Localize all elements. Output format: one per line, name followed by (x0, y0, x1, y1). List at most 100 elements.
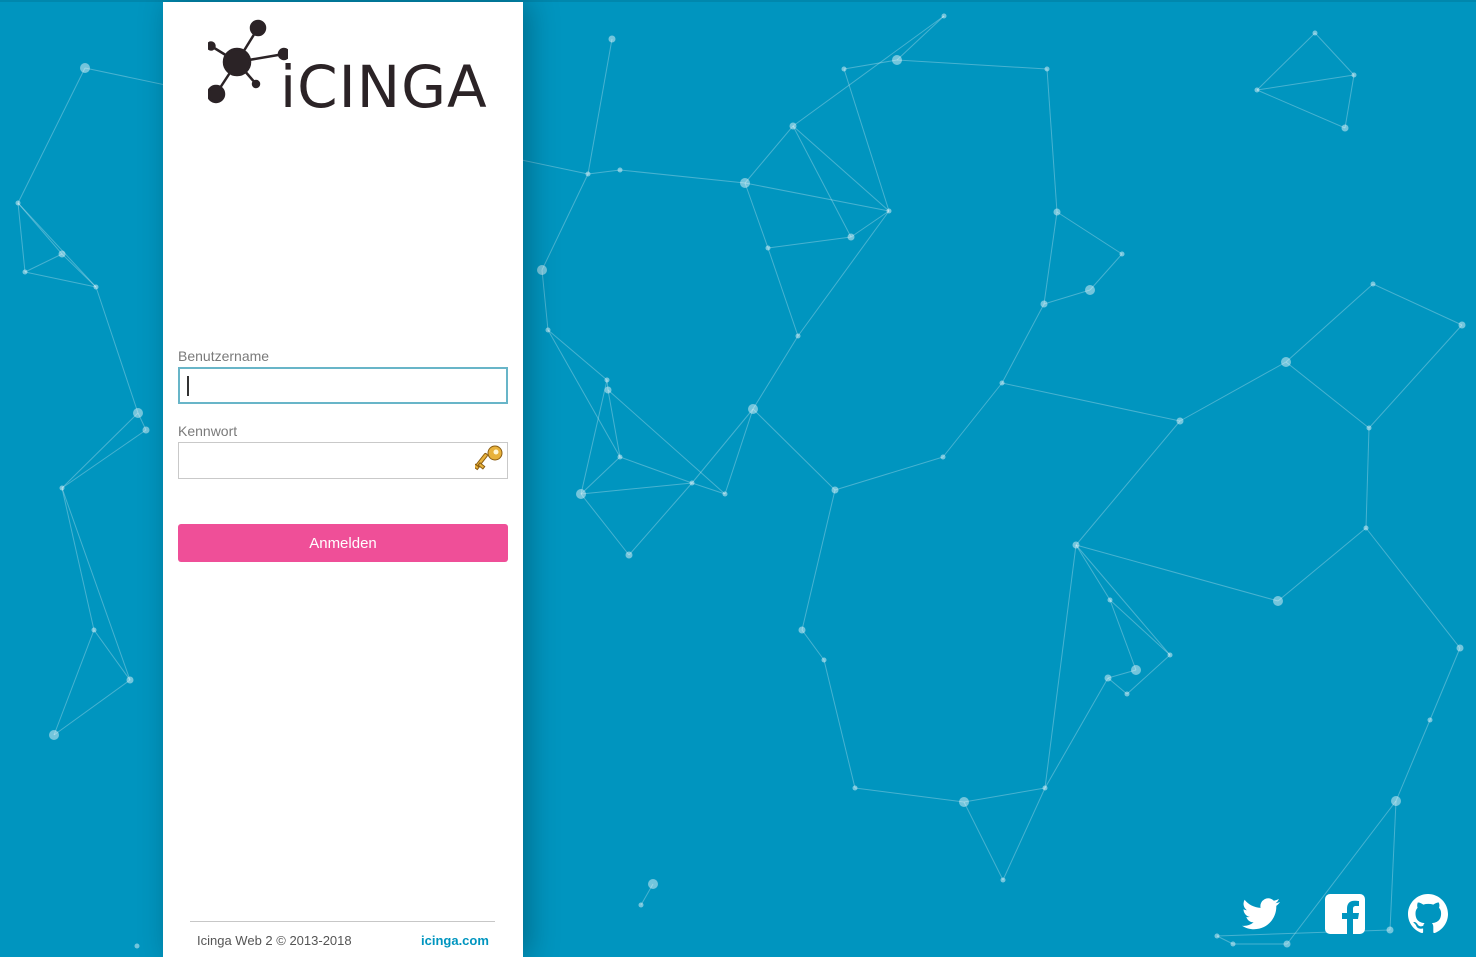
network-edge (767, 236, 852, 249)
logo-wordmark: iCINGA (280, 53, 488, 121)
network-edge (587, 38, 613, 175)
github-icon[interactable] (1407, 893, 1449, 935)
network-node (1351, 72, 1357, 78)
network-edge (1368, 324, 1463, 429)
network-node (133, 408, 143, 418)
network-edge (744, 182, 890, 212)
network-edge (1075, 544, 1171, 656)
network-node (648, 879, 658, 889)
network-edge (53, 679, 131, 736)
network-edge (61, 487, 95, 631)
network-edge (17, 202, 26, 273)
username-input[interactable] (178, 367, 508, 404)
network-edge (1107, 677, 1128, 695)
network-node (134, 943, 140, 949)
network-edge (93, 629, 131, 681)
network-edge (1046, 68, 1058, 213)
network-edge (843, 68, 890, 212)
network-edge (801, 629, 825, 661)
network-edge (1089, 253, 1123, 291)
network-edge (17, 67, 86, 204)
twitter-icon[interactable] (1240, 893, 1282, 935)
network-edge (1075, 544, 1279, 602)
network-edge (767, 247, 799, 337)
network-edge (580, 379, 608, 495)
network-edge (580, 493, 630, 556)
network-edge (792, 125, 852, 238)
network-node (1214, 933, 1220, 939)
network-node (537, 265, 547, 275)
network-edge (580, 456, 621, 495)
network-edge (896, 15, 945, 61)
network-edge (823, 659, 856, 789)
network-edge (1044, 677, 1109, 789)
network-node (940, 454, 946, 460)
network-node (765, 245, 771, 251)
network-edge (843, 59, 898, 70)
network-edge (792, 15, 945, 127)
network-node (831, 486, 839, 494)
network-edge (1126, 654, 1171, 695)
network-edge (744, 125, 794, 184)
icinga-website-link[interactable]: icinga.com (421, 933, 489, 948)
network-node (789, 122, 797, 130)
network-node (847, 233, 855, 241)
network-edge (619, 456, 693, 484)
footer-divider (190, 921, 495, 922)
network-node (892, 55, 902, 65)
login-panel: iCINGA Benutzername Kennwort Anmelden Ic… (163, 2, 523, 957)
network-edge (1216, 935, 1234, 945)
network-node (1104, 674, 1112, 682)
network-node (1107, 597, 1113, 603)
network-edge (797, 210, 890, 337)
network-node (22, 269, 28, 275)
network-edge (1075, 420, 1181, 546)
network-node (722, 491, 728, 497)
network-node (959, 797, 969, 807)
network-node (576, 489, 586, 499)
network-node (638, 902, 644, 908)
network-node (49, 730, 59, 740)
key-icon[interactable] (475, 444, 505, 477)
network-node (91, 627, 97, 633)
network-edge (61, 487, 131, 681)
network-edge (61, 412, 139, 489)
network-node (1119, 251, 1125, 257)
password-input[interactable] (178, 442, 508, 479)
network-node (1370, 281, 1376, 287)
network-node (617, 454, 623, 460)
network-edge (1002, 787, 1046, 881)
network-edge (1056, 211, 1123, 255)
icinga-logo: iCINGA (208, 16, 487, 116)
network-edge (691, 408, 754, 484)
network-edge (752, 408, 836, 491)
network-edge (1389, 800, 1397, 931)
facebook-icon[interactable] (1324, 893, 1366, 935)
network-edge (850, 210, 890, 238)
network-edge (24, 271, 97, 288)
network-edge (580, 482, 693, 495)
network-node (821, 657, 827, 663)
network-node (1053, 208, 1061, 216)
network-edge (17, 202, 97, 288)
network-edge (1314, 32, 1355, 76)
network-edge (1044, 544, 1077, 789)
network-edge (628, 482, 693, 556)
network-node (1040, 300, 1048, 308)
network-edge (1365, 527, 1461, 649)
network-node (608, 35, 616, 43)
network-edge (1256, 32, 1316, 91)
network-edge (1001, 382, 1181, 422)
text-cursor (187, 376, 189, 396)
login-button[interactable]: Anmelden (178, 524, 508, 562)
network-edge (1256, 89, 1346, 129)
network-node (545, 327, 551, 333)
network-node (15, 200, 21, 206)
network-edge (547, 329, 621, 458)
network-node (1281, 357, 1291, 367)
network-edge (1277, 527, 1367, 602)
network-edge (752, 335, 799, 410)
network-node (1386, 926, 1394, 934)
network-edge (963, 801, 1004, 881)
network-node (852, 785, 858, 791)
